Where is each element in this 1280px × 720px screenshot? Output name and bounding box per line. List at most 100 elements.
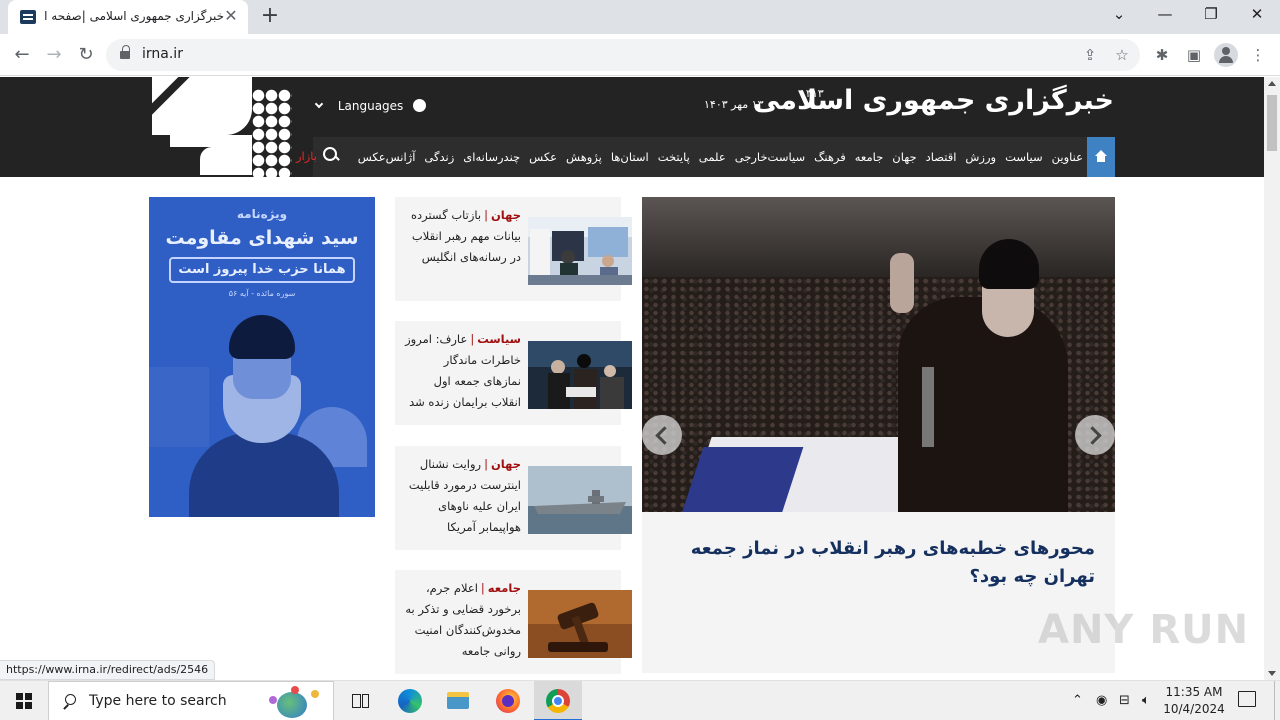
news-text[interactable]: جامعه|اعلام جرم، برخورد قضایی و تذکر به … [403, 578, 521, 662]
menu-item[interactable]: جهان [892, 150, 916, 164]
menu-item[interactable]: سیاست‌خارجی [735, 150, 805, 164]
menu-item[interactable]: اقتصاد [926, 150, 957, 164]
news-item[interactable]: سیاست|عارف: امروز خاطرات ماندگار نمازهای… [395, 321, 632, 425]
menu-item[interactable]: استان‌ها [611, 150, 649, 164]
news-item[interactable]: جهان|بازتاب گسترده بیانات مهم رهبر انقلا… [395, 197, 632, 301]
news-text[interactable]: سیاست|عارف: امروز خاطرات ماندگار نمازهای… [403, 329, 521, 413]
windows-taskbar: Type here to search ⌃ ◉ ⊟ 🔈︎ 11:35 AM 10… [0, 680, 1280, 720]
menu-icon[interactable]: ⋮ [1248, 45, 1268, 65]
scroll-down-icon[interactable] [1268, 671, 1276, 676]
tab-search-button[interactable]: ⌄ [1096, 0, 1142, 30]
languages-dropdown[interactable]: Languages [314, 97, 427, 113]
menu-item[interactable]: ورزش [965, 150, 996, 164]
site-header: خبرگزاری جمهوری اسلامی ۱۳۱۳ ۱۳ مهر ۱۴۰۳ … [0, 77, 1264, 177]
extensions-icon[interactable]: ✱ [1152, 45, 1172, 65]
search-placeholder[interactable]: Type here to search [89, 693, 227, 709]
slider-prev-icon[interactable] [642, 415, 682, 455]
start-button[interactable] [0, 681, 48, 720]
site-date: ۱۳ مهر ۱۴۰۳ [704, 98, 764, 111]
languages-label: Languages [337, 99, 404, 113]
menu-item[interactable]: علمی [699, 150, 726, 164]
star-icon[interactable]: ☆ [1112, 45, 1132, 65]
special-banner[interactable]: ویژه‌نامه سید شهدای مقاومت همانا حزب خدا… [149, 197, 375, 517]
search-icon[interactable] [323, 147, 339, 163]
banner-reference: سوره مائده - آیه ۵۶ [228, 289, 296, 298]
thumbnail-aircraft-carrier [528, 466, 632, 534]
firefox-icon[interactable] [484, 681, 532, 720]
show-desktop-button[interactable] [1274, 681, 1280, 720]
menu-items: عناوین سیاست ورزش اقتصاد جهان جامعه فرهن… [358, 137, 1083, 177]
news-category[interactable]: جهان [491, 208, 521, 222]
irna-logo[interactable] [137, 77, 295, 177]
network-icon[interactable]: ⊟ [1119, 693, 1130, 708]
menu-item[interactable]: پایتخت [658, 150, 690, 164]
address-bar[interactable]: irna.ir ⇪ ☆ [106, 39, 1140, 71]
share-icon[interactable]: ⇪ [1080, 45, 1100, 65]
logo-dots [252, 89, 292, 177]
lock-icon[interactable] [120, 45, 130, 60]
reload-icon[interactable]: ↻ [74, 43, 98, 67]
restore-button[interactable]: ❐ [1188, 0, 1234, 30]
menu-item[interactable]: عکس [529, 150, 557, 164]
slider-next-icon[interactable] [1075, 415, 1115, 455]
globe-icon [413, 99, 427, 112]
menu-item[interactable]: زندگی [424, 150, 454, 164]
search-highlight-icon [261, 686, 331, 718]
main-menu: عناوین سیاست ورزش اقتصاد جهان جامعه فرهن… [313, 137, 1115, 177]
heart-icon [291, 686, 299, 694]
news-thumbnail[interactable] [528, 341, 632, 409]
volume-icon[interactable]: 🔈︎ [1142, 693, 1150, 708]
back-icon[interactable]: ← [10, 43, 34, 67]
portrait-turban [229, 315, 295, 359]
windows-logo-icon [16, 693, 32, 709]
menu-item[interactable]: چندرسانه‌ای [463, 150, 520, 164]
news-category[interactable]: جامعه [488, 581, 521, 595]
task-view-icon[interactable] [336, 681, 384, 720]
hero-headline[interactable]: محورهای خطبه‌های رهبر انقلاب در نماز جمع… [665, 535, 1095, 591]
news-thumbnail[interactable] [528, 590, 632, 658]
menu-item[interactable]: سیاست [1005, 150, 1043, 164]
menu-item[interactable]: عناوین [1052, 150, 1083, 164]
news-category[interactable]: جهان [491, 457, 521, 471]
news-text[interactable]: جهان|روایت نشنال اینترست درمورد قابلیت ا… [403, 454, 521, 538]
news-text[interactable]: جهان|بازتاب گسترده بیانات مهم رهبر انقلا… [403, 205, 521, 268]
sidepanel-icon[interactable]: ▣ [1184, 45, 1204, 65]
news-item[interactable]: جامعه|اعلام جرم، برخورد قضایی و تذکر به … [395, 570, 632, 674]
meet-now-icon[interactable]: ◉ [1096, 693, 1107, 708]
chrome-icon[interactable] [534, 681, 582, 720]
news-category[interactable]: سیاست [477, 332, 521, 346]
menu-item[interactable]: پژوهش [566, 150, 602, 164]
url-text[interactable]: irna.ir [142, 46, 183, 62]
news-thumbnail[interactable] [528, 466, 632, 534]
edge-icon[interactable] [386, 681, 434, 720]
home-icon[interactable] [1087, 137, 1115, 177]
forward-icon[interactable]: → [42, 43, 66, 67]
notification-icon[interactable] [1238, 691, 1256, 707]
menu-item[interactable]: فرهنگ [814, 150, 846, 164]
minimize-button[interactable]: — [1142, 0, 1188, 30]
balloon-icon [311, 690, 319, 698]
system-clock[interactable]: 11:35 AM 10/4/2024 [1160, 684, 1228, 718]
hero-slider: محورهای خطبه‌های رهبر انقلاب در نماز جمع… [642, 197, 1115, 673]
clock-date: 10/4/2024 [1163, 702, 1225, 716]
banner-title: سید شهدای مقاومت [165, 227, 359, 249]
tab-close-icon[interactable]: ✕ [222, 7, 240, 25]
page-scrollbar[interactable] [1264, 77, 1280, 680]
profile-icon[interactable] [1214, 43, 1238, 67]
chevron-up-icon[interactable]: ⌃ [1072, 693, 1083, 708]
scroll-thumb[interactable] [1267, 95, 1277, 151]
hero-image[interactable] [642, 197, 1115, 512]
thumbnail-clerics [528, 341, 632, 409]
window-close-button[interactable]: ✕ [1234, 0, 1280, 30]
logo-shape-top [152, 77, 252, 135]
taskbar-search[interactable]: Type here to search [48, 681, 334, 720]
news-thumbnail[interactable] [528, 217, 632, 285]
file-explorer-icon[interactable] [434, 681, 482, 720]
browser-tab-active[interactable]: خبرگزاری جمهوری اسلامی |صفحه ا ✕ [8, 0, 248, 34]
menu-item-bazar[interactable]: بازار [296, 149, 317, 163]
menu-item[interactable]: جامعه [855, 150, 884, 164]
scroll-up-icon[interactable] [1268, 81, 1276, 86]
news-item[interactable]: جهان|روایت نشنال اینترست درمورد قابلیت ا… [395, 446, 632, 550]
new-tab-button[interactable]: + [258, 5, 282, 29]
menu-item[interactable]: آژانس‌عکس [358, 150, 416, 164]
